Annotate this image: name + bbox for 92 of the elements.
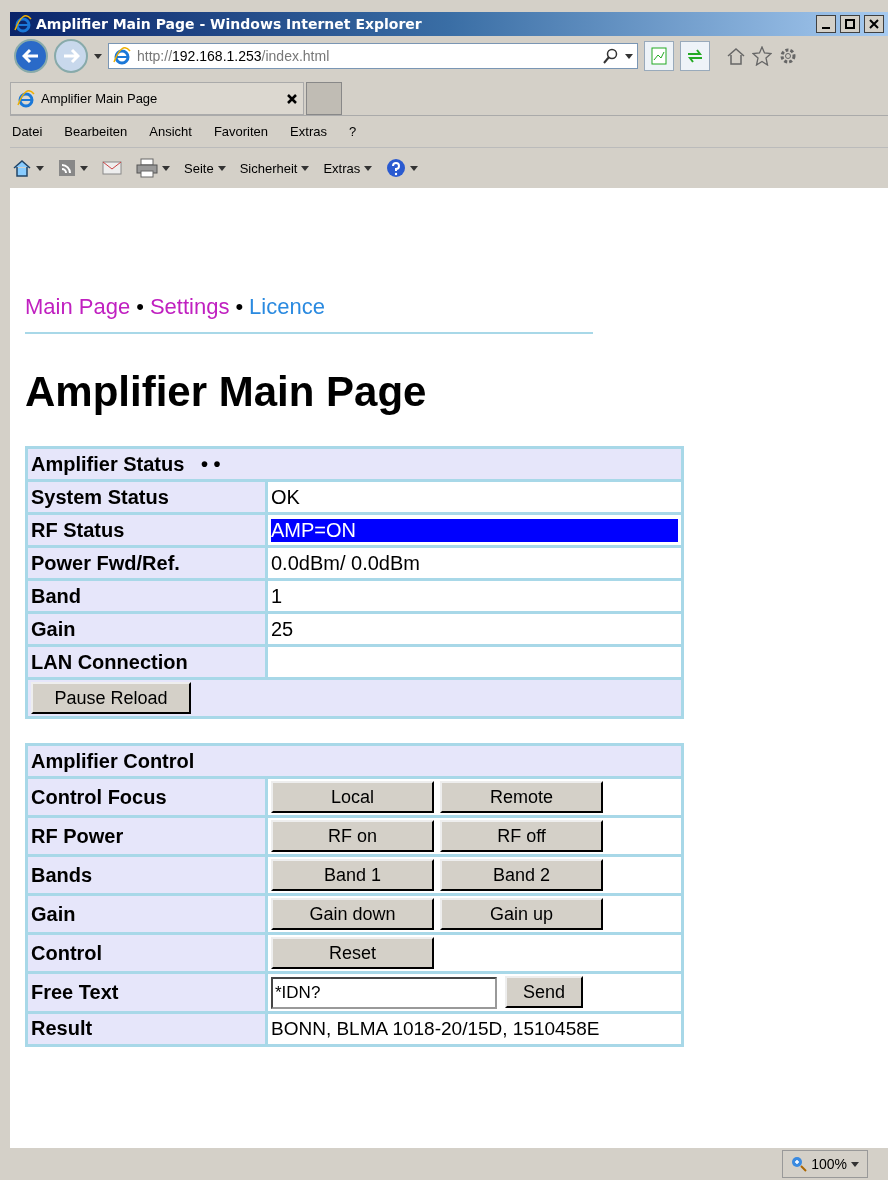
back-arrow-icon (22, 48, 40, 64)
row-label: LAN Connection (26, 645, 267, 679)
control-button[interactable]: Band 1 (271, 859, 434, 891)
nav-link[interactable]: Main Page (25, 294, 131, 320)
window-title: Amplifier Main Page - Windows Internet Explorer (36, 16, 423, 32)
menu-item[interactable]: Datei (12, 124, 43, 139)
row-label: RF Power (26, 816, 267, 856)
browser-tab[interactable]: Amplifier Main Page (10, 82, 304, 115)
caret-icon (36, 165, 44, 171)
star-icon[interactable] (752, 46, 772, 66)
zoom-button[interactable]: 100% (782, 1150, 868, 1178)
minimize-button[interactable] (816, 15, 836, 33)
home-icon[interactable] (726, 46, 746, 66)
pause-reload-button[interactable]: Pause Reload (31, 682, 191, 714)
row-label: Power Fwd/Ref. (26, 546, 267, 580)
refresh-button[interactable] (680, 41, 710, 71)
control-button[interactable]: Reset (271, 937, 434, 969)
caret-icon (217, 165, 226, 171)
control-button[interactable]: Gain up (440, 898, 603, 930)
toolbar-menu[interactable]: Seite (184, 160, 226, 176)
nav-link[interactable]: Settings (149, 294, 230, 320)
forward-arrow-icon (62, 48, 80, 64)
help-icon (386, 158, 407, 178)
row-label: Gain (26, 894, 267, 934)
page-icon (651, 47, 667, 65)
caret-icon (364, 165, 373, 171)
caret-icon (625, 53, 633, 59)
status-value: 1 (271, 584, 284, 608)
zoom-icon (791, 1156, 808, 1172)
ie-logo-icon (14, 15, 32, 33)
status-value: AMP=ON (271, 518, 678, 542)
back-button[interactable] (14, 39, 48, 73)
control-button[interactable]: Band 2 (440, 859, 603, 891)
separator-dot: • (235, 294, 244, 320)
close-icon (869, 19, 879, 29)
status-value: 0.0dBm/ 0.0dBm (271, 551, 421, 575)
caret-icon (94, 53, 102, 59)
control-button[interactable]: RF on (271, 820, 434, 852)
toolbar-button[interactable] (386, 158, 419, 178)
menu-item[interactable]: Bearbeiten (64, 124, 128, 139)
close-button[interactable] (864, 15, 884, 33)
close-tab-icon[interactable] (287, 93, 297, 104)
caret-icon (410, 165, 419, 171)
maximize-button[interactable] (840, 15, 860, 33)
row-label: Band (26, 579, 267, 613)
address-field[interactable]: http://192.168.1.253/index.html (108, 43, 638, 69)
printer-icon (136, 158, 158, 178)
ie-logo-icon (113, 47, 131, 65)
row-label: Free Text (26, 972, 267, 1012)
control-button[interactable]: Remote (440, 781, 603, 813)
caret-icon (301, 165, 310, 171)
toolbar-menu[interactable]: Extras (323, 160, 373, 176)
row-label: Control Focus (26, 777, 267, 817)
row-label: Bands (26, 855, 267, 895)
menu-item[interactable]: Extras (290, 124, 327, 139)
toolbar-button[interactable] (12, 158, 44, 178)
caret-icon (80, 165, 88, 171)
table-header: Amplifier Status • • (26, 447, 683, 481)
refresh-icon (686, 48, 704, 64)
mail-icon (102, 160, 122, 176)
row-label: Control (26, 933, 267, 973)
search-icon (603, 48, 619, 64)
menu-item[interactable]: ? (348, 124, 357, 139)
page-heading: Amplifier Main Page (25, 368, 428, 416)
ie-logo-icon (17, 89, 35, 108)
separator-dot: • (136, 294, 144, 320)
settings-icon[interactable] (778, 46, 798, 66)
status-value: 25 (271, 617, 295, 641)
control-button[interactable]: RF off (440, 820, 603, 852)
send-button[interactable]: Send (505, 976, 583, 1008)
caret-icon (162, 165, 170, 171)
row-label: Result (26, 1012, 267, 1045)
row-label: Gain (26, 612, 267, 646)
minimize-icon (822, 26, 830, 29)
table-header: Amplifier Control (26, 744, 683, 778)
toolbar-button[interactable] (136, 158, 170, 178)
toolbar-button[interactable] (58, 159, 88, 177)
caret-icon (851, 1161, 859, 1167)
menu-item[interactable]: Ansicht (149, 124, 192, 139)
home-icon (12, 158, 32, 178)
result-text: BONN, BLMA 1018-20/15D, 1510458E (271, 1018, 600, 1039)
status-value: OK (271, 485, 301, 509)
feed-icon (58, 159, 76, 177)
maximize-icon (845, 19, 855, 29)
row-label: RF Status (26, 513, 267, 547)
toolbar-menu[interactable]: Sicherheit (239, 160, 310, 176)
row-label: System Status (26, 480, 267, 514)
control-button[interactable]: Local (271, 781, 434, 813)
control-button[interactable]: Gain down (271, 898, 434, 930)
menu-item[interactable]: Favoriten (213, 124, 269, 139)
free-text-field[interactable]: *IDN? (271, 976, 497, 1009)
nav-link[interactable]: Licence (249, 294, 325, 320)
